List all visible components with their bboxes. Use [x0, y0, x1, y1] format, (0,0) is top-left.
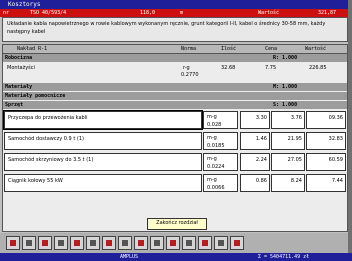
section-label: Materiały pomocnicze: [5, 93, 66, 99]
row-qty[interactable]: 3.30: [240, 111, 270, 129]
row-unit: m-g: [207, 177, 217, 183]
row-qty[interactable]: 1.46: [240, 132, 270, 150]
section-label: Materiały: [5, 84, 33, 90]
row-unit: r-g: [183, 65, 190, 71]
section-coef: R: 1.000: [273, 55, 298, 61]
row-norm: 0.0224: [207, 164, 225, 170]
section-sprzet[interactable]: Sprzęt S: 1.000: [3, 101, 347, 109]
info-unit: m: [180, 10, 184, 16]
col-name: Nakład R-1: [17, 46, 48, 52]
section-coef: S: 1.000: [273, 102, 298, 108]
col-price: Cena: [265, 46, 278, 52]
info-value: 118,0: [140, 10, 156, 16]
tool11-icon[interactable]: [166, 236, 180, 250]
row-norm: 0.0185: [207, 143, 225, 149]
row-unit-field[interactable]: m-g 0.0066: [203, 174, 238, 192]
tool7-icon[interactable]: [102, 236, 116, 250]
tool5-icon[interactable]: [70, 236, 84, 250]
bottom-toolbar: [0, 233, 352, 253]
row-price[interactable]: 8.24: [271, 174, 305, 192]
tool12-icon[interactable]: [182, 236, 196, 250]
col-value: Wartość: [305, 46, 327, 52]
tool14-icon[interactable]: [214, 236, 228, 250]
section-label: Robocizna: [5, 55, 33, 61]
position-description[interactable]: Układanie kabla napowietrznego w rowie k…: [2, 17, 348, 42]
row-value: 226.85: [309, 65, 327, 71]
status-total: Σ = 5404711.49 zł: [258, 254, 310, 260]
tool8-icon[interactable]: [118, 236, 132, 250]
tool4-icon[interactable]: [54, 236, 68, 250]
tool13-icon[interactable]: [198, 236, 212, 250]
estimate-window: Kosztorys nr TSO 40/593/4 118,0 m Wartoś…: [0, 0, 352, 261]
tool10-icon[interactable]: [150, 236, 164, 250]
row-price[interactable]: 3.76: [271, 111, 305, 129]
back-icon[interactable]: [6, 236, 20, 250]
row-value: 7.44: [306, 174, 346, 192]
info-right-value: 321,87: [318, 10, 337, 16]
row-name: Samochód dostawczy 0.9 t (1): [8, 136, 84, 142]
status-left: AMPLUS: [120, 254, 139, 260]
section-materialy[interactable]: Materiały M: 1.000: [3, 83, 347, 91]
row-name-field[interactable]: Ciągnik kołowy 55 kW: [4, 174, 202, 192]
row-unit: m-g: [207, 114, 217, 120]
row-qty: 32.68: [221, 65, 236, 71]
info-code[interactable]: TSO 40/593/4: [30, 9, 66, 17]
table-row[interactable]: Samochód dostawczy 0.9 t (1) m-g 0.0185 1…: [3, 132, 347, 152]
window-title: Kosztorys: [0, 0, 352, 9]
row-unit: m-g: [207, 156, 217, 162]
exit-icon[interactable]: [230, 236, 244, 250]
row-unit-field[interactable]: m-g 0.028: [203, 111, 238, 129]
row-price: 7.75: [265, 65, 277, 71]
row-name: Przyczepa do przewożenia kabli: [8, 115, 88, 121]
tool6-icon[interactable]: [86, 236, 100, 250]
window-edge: [348, 0, 352, 253]
tool9-icon[interactable]: [134, 236, 148, 250]
row-name-field[interactable]: Przyczepa do przewożenia kabli: [3, 110, 203, 130]
row-value: 60.59: [306, 153, 346, 171]
section-coef: M: 1.000: [273, 84, 298, 90]
section-robocizna[interactable]: Robocizna R: 1.000: [3, 54, 347, 62]
table-row[interactable]: Przyczepa do przewożenia kabli m-g 0.028 …: [3, 110, 347, 131]
row-norm: 0.0066: [207, 185, 225, 191]
row-name: Ciągnik kołowy 55 kW: [8, 178, 63, 184]
tool2-icon[interactable]: [22, 236, 36, 250]
status-bar: AMPLUS Σ = 5404711.49 zł: [0, 253, 352, 261]
toolbar-tooltip: Zakończ rozdział: [147, 218, 207, 230]
row-qty[interactable]: 0.86: [240, 174, 270, 192]
table-row[interactable]: Samochód skrzyniowy do 3.5 t (1) m-g 0.02…: [3, 153, 347, 173]
row-name: Montażyści: [7, 65, 35, 71]
table-row[interactable]: Ciągnik kołowy 55 kW m-g 0.0066 0.86 8.24…: [3, 174, 347, 194]
row-name: Samochód skrzyniowy do 3.5 t (1): [8, 157, 94, 163]
col-qty: Ilość: [221, 46, 237, 52]
table-row[interactable]: Montażyści r-g 0.2770 32.68 7.75 226.85: [3, 63, 347, 81]
row-value: 09.36: [306, 111, 346, 129]
col-norm: Norma: [181, 46, 197, 52]
row-name-field[interactable]: Samochód dostawczy 0.9 t (1): [4, 132, 202, 150]
resource-table: Nakład R-1 Norma Ilość Cena Wartość Robo…: [2, 44, 348, 232]
table-header: Nakład R-1 Norma Ilość Cena Wartość: [3, 45, 347, 54]
row-price[interactable]: 21.95: [271, 132, 305, 150]
tool3-icon[interactable]: [38, 236, 52, 250]
row-norm: 0.028: [207, 122, 222, 128]
row-unit-field[interactable]: m-g 0.0224: [203, 153, 238, 171]
section-materialy-pomocnicze[interactable]: Materiały pomocnicze: [3, 92, 347, 100]
row-qty[interactable]: 2.24: [240, 153, 270, 171]
row-name-field[interactable]: Samochód skrzyniowy do 3.5 t (1): [4, 153, 202, 171]
row-value: 32.83: [306, 132, 346, 150]
row-price[interactable]: 27.05: [271, 153, 305, 171]
position-info-bar: nr TSO 40/593/4 118,0 m Wartość 321,87: [0, 9, 352, 17]
row-unit: m-g: [207, 135, 217, 141]
section-label: Sprzęt: [5, 102, 24, 108]
row-norm: 0.2770: [181, 72, 199, 78]
info-right-label: Wartość: [258, 10, 280, 16]
row-unit-field[interactable]: m-g 0.0185: [203, 132, 238, 150]
info-nr: nr: [3, 10, 10, 16]
